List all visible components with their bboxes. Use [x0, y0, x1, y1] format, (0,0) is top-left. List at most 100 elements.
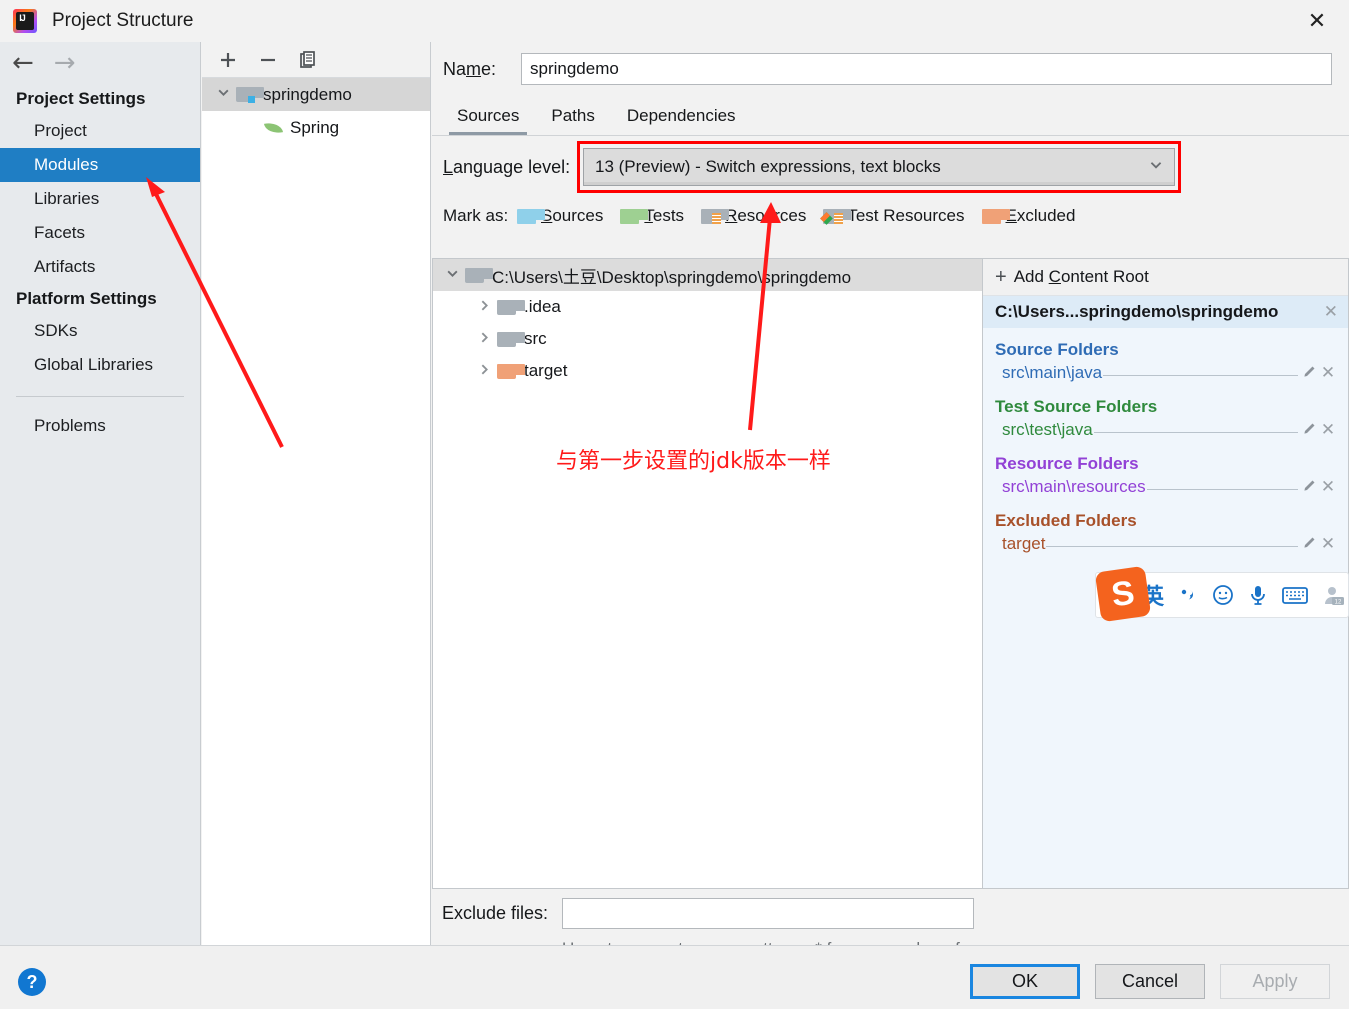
language-level-select[interactable]: 13 (Preview) - Switch expressions, text … [583, 148, 1175, 186]
exclude-files-label: Exclude files: [442, 898, 562, 924]
sources-folder-icon [517, 209, 536, 224]
ime-user-icon[interactable]: 12 [1322, 584, 1346, 606]
edit-icon[interactable] [1300, 478, 1318, 497]
mark-as-test-resources-button[interactable]: Test Resources [823, 206, 964, 226]
module-name-input[interactable] [521, 53, 1332, 85]
module-editor: Name: Sources Paths Dependencies Languag… [432, 42, 1349, 945]
edit-icon[interactable] [1300, 421, 1318, 440]
folder-row-src[interactable]: src [433, 323, 982, 355]
dialog-footer: ? OK Cancel Apply https://blog.csdn.net/… [0, 945, 1349, 1009]
remove-module-icon[interactable] [258, 50, 278, 70]
settings-sidebar: ← → Project Settings Project Modules Lib… [0, 42, 201, 945]
folder-icon [497, 332, 516, 347]
module-list-panel: springdemo Spring [202, 42, 431, 945]
module-tree-item-label: springdemo [263, 85, 352, 105]
project-structure-dialog: IJ Project Structure ✕ ← → Project Setti… [0, 0, 1349, 1009]
forward-arrow-icon[interactable]: → [54, 50, 76, 76]
name-label: Name: [443, 59, 521, 80]
cancel-button[interactable]: Cancel [1095, 964, 1205, 999]
ime-punctuation-icon[interactable] [1178, 585, 1198, 605]
content-root-header-path: C:\Users...springdemo\springdemo [995, 302, 1278, 322]
resource-folder-entry[interactable]: src\main\resources ✕ [983, 475, 1348, 499]
chevron-right-icon[interactable] [471, 331, 497, 348]
sidebar-item-global-libraries[interactable]: Global Libraries [0, 348, 200, 382]
exclude-files-input[interactable] [562, 898, 974, 929]
mark-as-resources-button[interactable]: Resources [701, 206, 806, 226]
chevron-down-icon[interactable] [210, 86, 236, 103]
window-title: Project Structure [52, 10, 194, 32]
source-folder-path: src\main\java [1002, 363, 1102, 383]
sogou-logo-icon[interactable]: S [1095, 566, 1151, 622]
add-content-root-pre: Add [1014, 267, 1049, 286]
sidebar-group-project-settings: Project Settings [0, 84, 200, 114]
mark-as-excluded-button[interactable]: Excluded [982, 206, 1076, 226]
test-source-folders-title: Test Source Folders [983, 385, 1348, 418]
edit-icon[interactable] [1300, 364, 1318, 383]
folder-row-idea[interactable]: .idea [433, 291, 982, 323]
sidebar-item-problems[interactable]: Problems [0, 409, 200, 443]
ime-keyboard-icon[interactable] [1282, 586, 1308, 605]
module-tree-item-spring[interactable]: Spring [202, 111, 430, 144]
ime-microphone-icon[interactable] [1248, 584, 1268, 606]
folder-label: src [524, 329, 547, 349]
tab-paths[interactable]: Paths [537, 104, 608, 135]
mark-as-tests-label: ests [653, 206, 684, 225]
module-folder-icon [236, 87, 255, 102]
content-root-row[interactable]: C:\Users\土豆\Desktop\springdemo\springdem… [433, 259, 982, 291]
folder-label: .idea [524, 297, 561, 317]
ime-emoji-icon[interactable] [1212, 584, 1234, 606]
tab-dependencies[interactable]: Dependencies [613, 104, 750, 135]
ok-button[interactable]: OK [970, 964, 1080, 999]
annotation-note: 与第一步设置的jdk版本一样 [556, 443, 831, 475]
chevron-right-icon[interactable] [471, 299, 497, 316]
svg-text:12: 12 [1335, 600, 1342, 606]
mark-as-sources-button[interactable]: Sources [517, 206, 603, 226]
remove-icon[interactable]: ✕ [1318, 477, 1338, 497]
title-bar: IJ Project Structure ✕ [0, 0, 1349, 42]
sidebar-item-libraries[interactable]: Libraries [0, 182, 200, 216]
module-tree-item-springdemo[interactable]: springdemo [202, 78, 430, 111]
chevron-down-icon[interactable] [1148, 157, 1164, 177]
tab-sources[interactable]: Sources [443, 104, 533, 135]
back-arrow-icon[interactable]: ← [12, 50, 34, 76]
copy-module-icon[interactable] [298, 50, 318, 70]
chevron-right-icon[interactable] [471, 363, 497, 380]
sidebar-item-artifacts[interactable]: Artifacts [0, 250, 200, 284]
spring-leaf-icon [262, 120, 284, 136]
folder-icon [465, 268, 484, 283]
close-icon[interactable]: ✕ [1299, 6, 1335, 36]
resource-folders-title: Resource Folders [983, 442, 1348, 475]
content-root-path-label: C:\Users\土豆\Desktop\springdemo\springdem… [492, 263, 851, 288]
excluded-folder-icon [982, 209, 1001, 224]
test-source-folder-path: src\test\java [1002, 420, 1093, 440]
remove-icon[interactable]: ✕ [1318, 420, 1338, 440]
sidebar-group-platform-settings: Platform Settings [0, 284, 200, 314]
mark-as-resources-label: esources [737, 206, 806, 225]
remove-content-root-icon[interactable]: ✕ [1324, 302, 1338, 322]
add-module-icon[interactable] [218, 50, 238, 70]
path-dot-leader [1094, 422, 1298, 433]
chevron-down-icon[interactable] [439, 267, 465, 284]
folder-row-target[interactable]: target [433, 355, 982, 387]
sidebar-item-facets[interactable]: Facets [0, 216, 200, 250]
add-content-root-button[interactable]: + Add Content Root [983, 259, 1348, 296]
edit-icon[interactable] [1300, 535, 1318, 554]
remove-icon[interactable]: ✕ [1318, 363, 1338, 383]
source-folder-entry[interactable]: src\main\java ✕ [983, 361, 1348, 385]
language-level-label: Language level: [443, 157, 577, 178]
sidebar-item-sdks[interactable]: SDKs [0, 314, 200, 348]
sidebar-item-modules[interactable]: Modules [0, 148, 200, 182]
remove-icon[interactable]: ✕ [1318, 534, 1338, 554]
content-root-tree: C:\Users\土豆\Desktop\springdemo\springdem… [432, 258, 982, 889]
mark-as-tests-button[interactable]: Tests [620, 206, 684, 226]
add-content-root-accel: C [1049, 267, 1061, 286]
folder-label: target [524, 361, 567, 381]
name-row: Name: [432, 42, 1349, 96]
language-level-highlight-box: 13 (Preview) - Switch expressions, text … [577, 141, 1181, 193]
sidebar-item-project[interactable]: Project [0, 114, 200, 148]
test-source-folder-entry[interactable]: src\test\java ✕ [983, 418, 1348, 442]
excluded-folder-entry[interactable]: target ✕ [983, 532, 1348, 556]
intellij-logo-text: IJ [13, 10, 31, 26]
help-button[interactable]: ? [18, 968, 46, 996]
source-folders-title: Source Folders [983, 328, 1348, 361]
